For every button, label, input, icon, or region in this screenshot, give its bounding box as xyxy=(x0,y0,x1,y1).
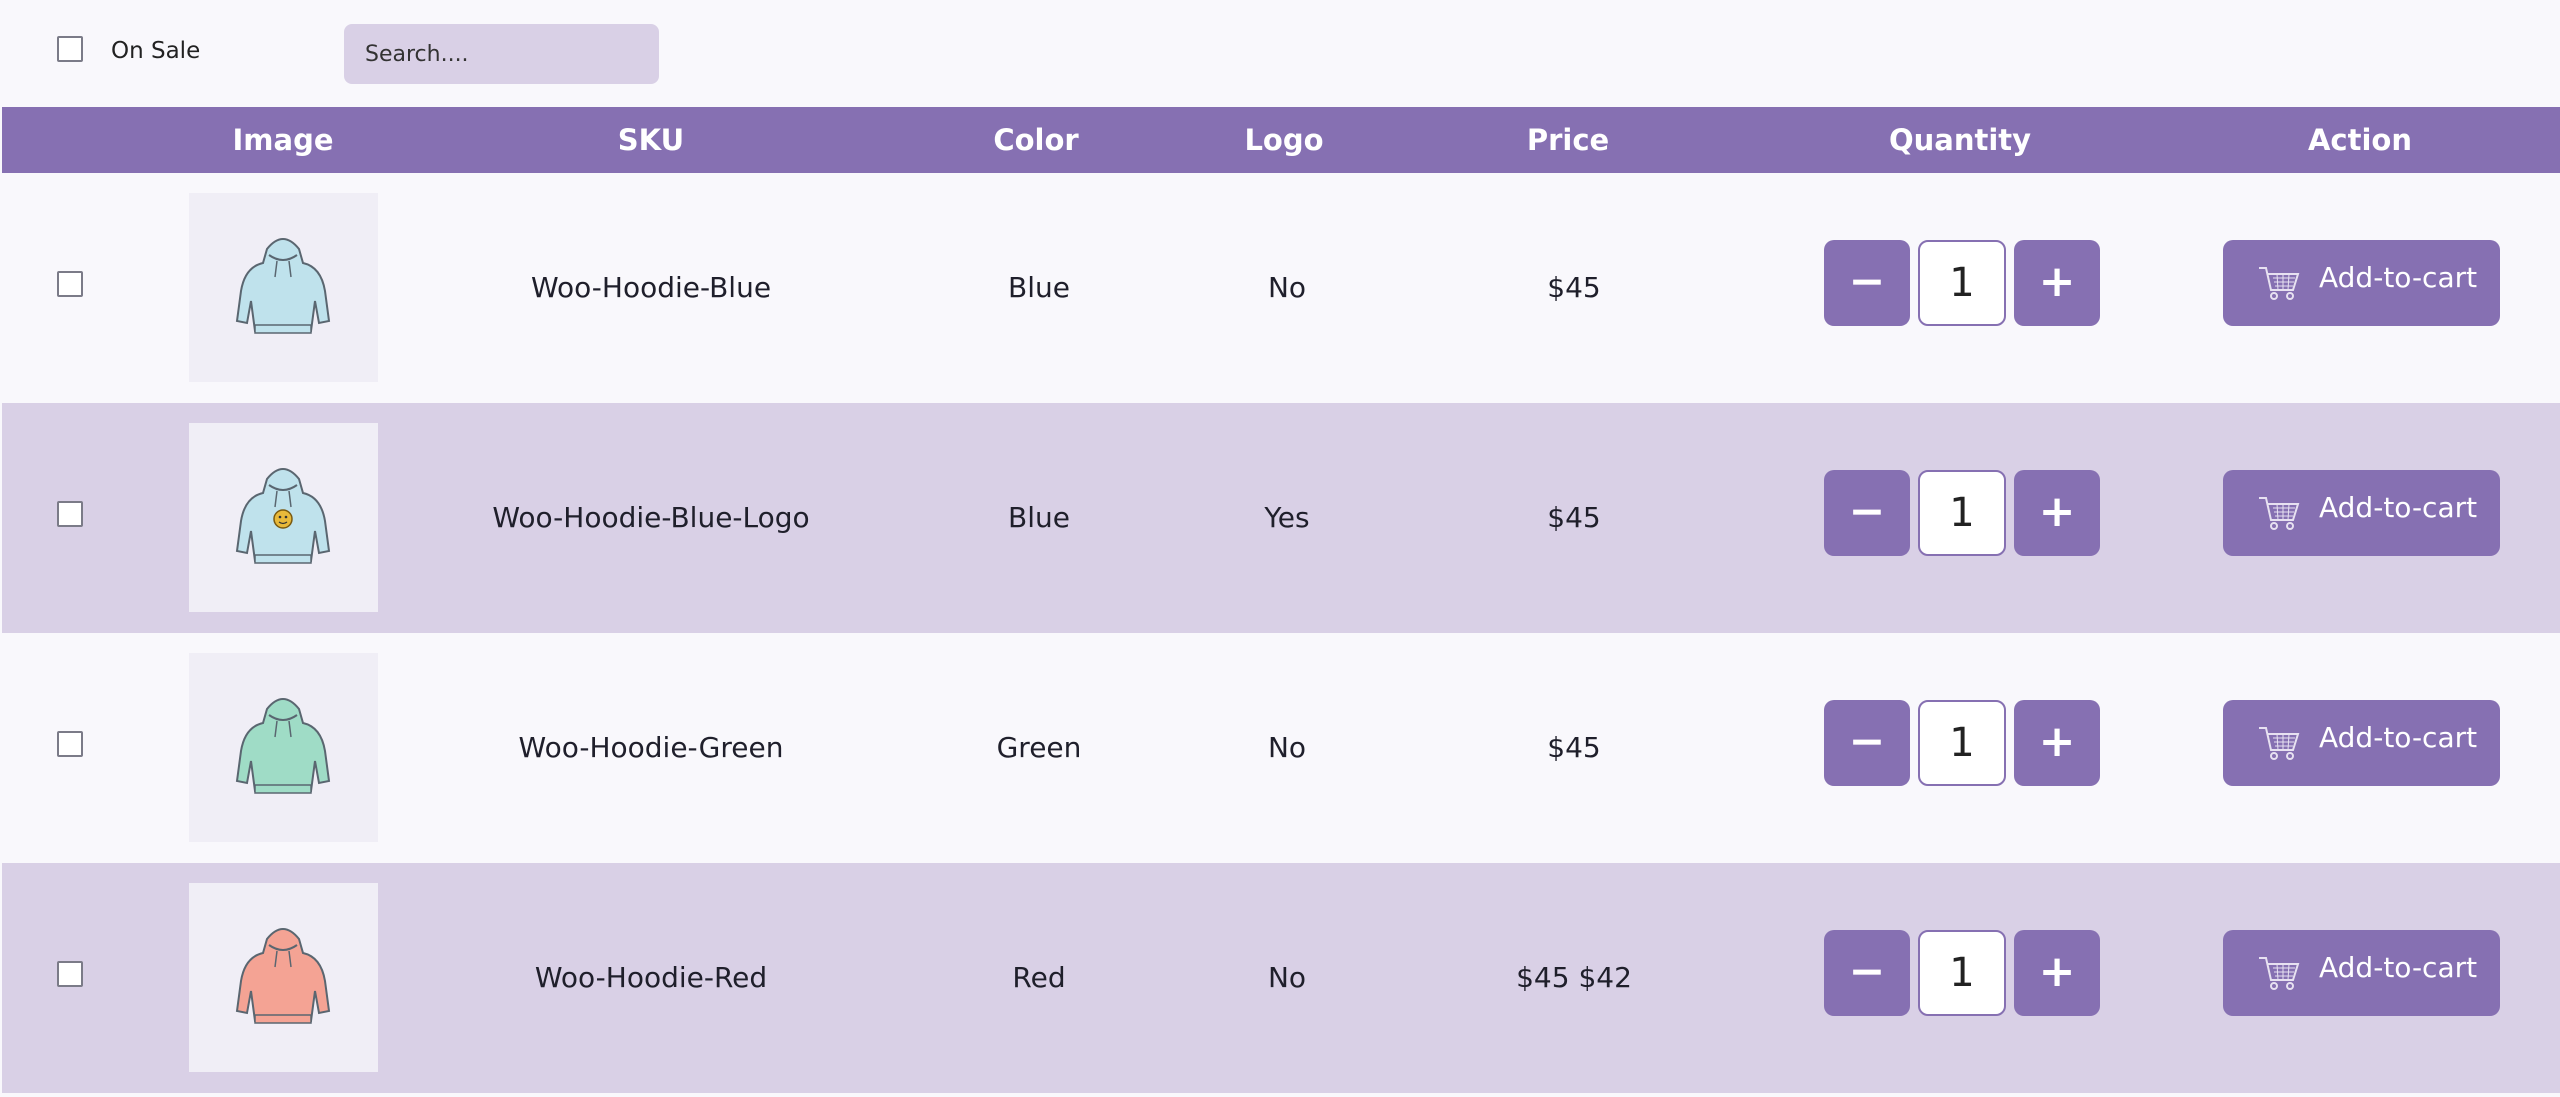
column-header-color: Color xyxy=(993,123,1079,157)
quantity-input[interactable]: 1 xyxy=(1918,470,2006,556)
price-cell: $45 $42 xyxy=(1516,961,1632,994)
quantity-input[interactable]: 1 xyxy=(1918,240,2006,326)
on-sale-label: On Sale xyxy=(111,38,201,64)
add-to-cart-button[interactable]: Add-to-cart xyxy=(2223,470,2500,556)
table-row: Woo-Hoodie-Blue Blue No $45 −1 + Add-to-cart xyxy=(2,173,2560,403)
logo-cell: No xyxy=(1267,731,1307,764)
row-select-checkbox[interactable] xyxy=(57,271,83,297)
logo-badge xyxy=(273,509,293,529)
color-cell: Red xyxy=(1012,961,1066,994)
price-cell: $45 xyxy=(1547,271,1601,304)
color-cell: Blue xyxy=(1008,501,1070,534)
add-to-cart-button[interactable]: Add-to-cart xyxy=(2223,930,2500,1016)
table-row: Woo-Hoodie-Red Red No $45 $42 −1 + Add-to-cart xyxy=(2,863,2560,1093)
quantity-decrease-button[interactable]: − xyxy=(1824,470,1910,556)
table-row: Woo-Hoodie-Blue-Logo Blue Yes $45 −1 + Add-to-… xyxy=(2,403,2560,633)
shopping-cart-icon xyxy=(2257,264,2301,306)
column-header-image: Image xyxy=(232,123,334,157)
add-to-cart-button[interactable]: Add-to-cart xyxy=(2223,240,2500,326)
filter-bar: On Sale xyxy=(0,0,2560,107)
price-cell: $45 xyxy=(1547,731,1601,764)
on-sale-checkbox[interactable] xyxy=(57,36,83,62)
column-header-price: Price xyxy=(1526,123,1610,157)
quantity-decrease-button[interactable]: − xyxy=(1824,700,1910,786)
shopping-cart-icon xyxy=(2257,954,2301,996)
search-input[interactable] xyxy=(344,24,659,84)
quantity-increase-button[interactable]: + xyxy=(2014,240,2100,326)
quantity-increase-button[interactable]: + xyxy=(2014,930,2100,1016)
row-select-checkbox[interactable] xyxy=(57,961,83,987)
row-select-checkbox[interactable] xyxy=(57,731,83,757)
quantity-increase-button[interactable]: + xyxy=(2014,470,2100,556)
add-to-cart-label: Add-to-cart xyxy=(2319,951,2478,984)
column-header-action: Action xyxy=(2307,123,2413,157)
quantity-decrease-button[interactable]: − xyxy=(1824,240,1910,326)
sku-cell: Woo-Hoodie-Green xyxy=(518,731,784,764)
column-header-quantity: Quantity xyxy=(1888,123,2032,157)
product-image[interactable] xyxy=(189,423,378,612)
logo-cell: No xyxy=(1267,961,1307,994)
quantity-input[interactable]: 1 xyxy=(1918,700,2006,786)
shopping-cart-icon xyxy=(2257,494,2301,536)
add-to-cart-label: Add-to-cart xyxy=(2319,491,2478,524)
row-select-checkbox[interactable] xyxy=(57,501,83,527)
sku-cell: Woo-Hoodie-Red xyxy=(534,961,768,994)
sku-cell: Woo-Hoodie-Blue-Logo xyxy=(492,501,810,534)
product-image[interactable] xyxy=(189,653,378,842)
sku-cell: Woo-Hoodie-Blue xyxy=(530,271,772,304)
color-cell: Green xyxy=(996,731,1082,764)
product-image[interactable] xyxy=(189,883,378,1072)
table-header: Image SKU Color Logo Price Quantity Acti… xyxy=(2,107,2560,173)
quantity-increase-button[interactable]: + xyxy=(2014,700,2100,786)
quantity-input[interactable]: 1 xyxy=(1918,930,2006,1016)
price-cell: $45 xyxy=(1547,501,1601,534)
column-header-sku: SKU xyxy=(617,123,685,157)
add-to-cart-button[interactable]: Add-to-cart xyxy=(2223,700,2500,786)
column-header-logo: Logo xyxy=(1244,123,1324,157)
add-to-cart-label: Add-to-cart xyxy=(2319,721,2478,754)
logo-cell: No xyxy=(1267,271,1307,304)
table-row: Woo-Hoodie-Green Green No $45 −1 + Add-to-cart xyxy=(2,633,2560,863)
add-to-cart-label: Add-to-cart xyxy=(2319,261,2478,294)
logo-cell: Yes xyxy=(1264,501,1310,534)
color-cell: Blue xyxy=(1008,271,1070,304)
product-image[interactable] xyxy=(189,193,378,382)
shopping-cart-icon xyxy=(2257,724,2301,766)
quantity-decrease-button[interactable]: − xyxy=(1824,930,1910,1016)
